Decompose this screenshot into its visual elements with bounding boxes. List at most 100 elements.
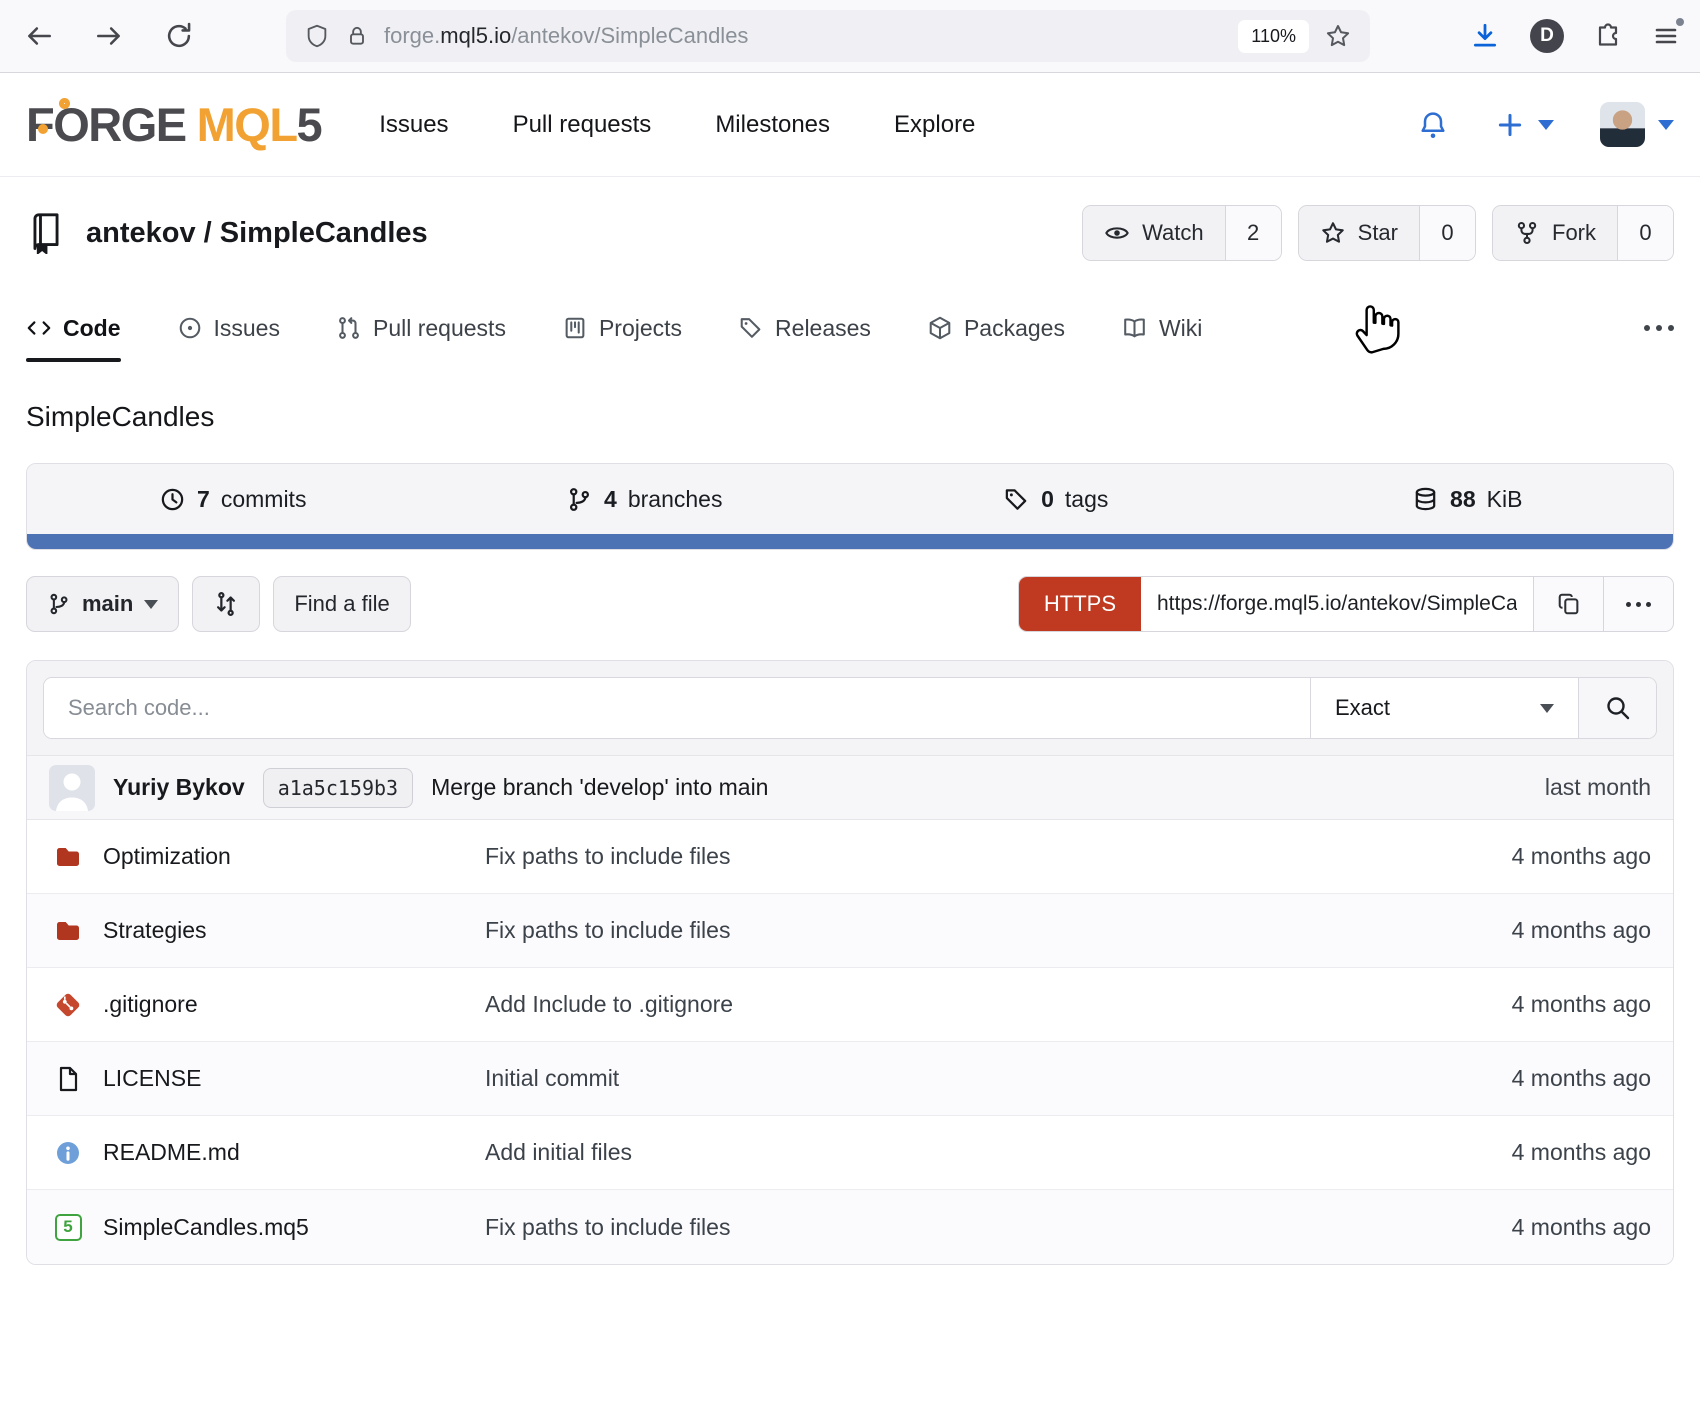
- star-button[interactable]: Star: [1299, 206, 1419, 260]
- fork-button[interactable]: Fork: [1493, 206, 1617, 260]
- zoom-level-badge[interactable]: 110%: [1238, 20, 1309, 53]
- url-text: forge.mql5.io/antekov/SimpleCandles: [384, 23, 748, 49]
- menu-icon[interactable]: [1652, 22, 1680, 50]
- nav-milestones[interactable]: Milestones: [715, 111, 830, 139]
- table-row[interactable]: Strategies Fix paths to include files 4 …: [27, 894, 1673, 968]
- shield-icon[interactable]: [304, 23, 330, 49]
- table-row[interactable]: Optimization Fix paths to include files …: [27, 820, 1673, 894]
- fork-count[interactable]: 0: [1617, 206, 1673, 260]
- back-button[interactable]: [24, 21, 54, 51]
- tab-pull-requests[interactable]: Pull requests: [336, 289, 506, 367]
- table-row[interactable]: 5 SimpleCandles.mq5 Fix paths to include…: [27, 1190, 1673, 1264]
- eye-icon: [1104, 220, 1130, 246]
- file-name[interactable]: README.md: [103, 1139, 485, 1166]
- commit-hash-badge[interactable]: a1a5c159b3: [263, 768, 413, 808]
- watch-button[interactable]: Watch: [1083, 206, 1225, 260]
- file-name[interactable]: Optimization: [103, 843, 485, 870]
- tab-label: Wiki: [1159, 315, 1202, 342]
- site-logo[interactable]: FORGEMQL5: [26, 97, 321, 152]
- commit-message[interactable]: Merge branch 'develop' into main: [431, 774, 768, 801]
- commit-author-avatar[interactable]: [49, 765, 95, 811]
- nav-issues[interactable]: Issues: [379, 111, 448, 139]
- stat-branches[interactable]: 4 branches: [439, 464, 851, 534]
- file-commit-message[interactable]: Add initial files: [485, 1139, 1512, 1166]
- file-name[interactable]: Strategies: [103, 917, 485, 944]
- repo-name[interactable]: SimpleCandles: [220, 217, 428, 249]
- menu-notification-dot: [1676, 18, 1684, 26]
- main-nav: Issues Pull requests Milestones Explore: [379, 111, 975, 139]
- file-name[interactable]: .gitignore: [103, 991, 485, 1018]
- clone-more-button[interactable]: [1603, 577, 1673, 631]
- tab-packages[interactable]: Packages: [927, 289, 1065, 367]
- file-date: 4 months ago: [1512, 1139, 1651, 1166]
- extensions-icon[interactable]: [1594, 22, 1622, 50]
- bookmark-star-icon[interactable]: [1324, 22, 1352, 50]
- lock-icon[interactable]: [345, 23, 369, 49]
- tab-issues[interactable]: Issues: [177, 289, 280, 367]
- logo-forge: FORGE: [26, 97, 186, 152]
- watch-count[interactable]: 2: [1225, 206, 1281, 260]
- url-bar[interactable]: forge.mql5.io/antekov/SimpleCandles 110%: [286, 10, 1370, 62]
- compare-button[interactable]: [192, 576, 260, 632]
- git-icon: [49, 991, 87, 1019]
- mq5-file-icon: 5: [49, 1214, 87, 1241]
- repo-title: antekov / SimpleCandles: [86, 217, 428, 250]
- file-name[interactable]: SimpleCandles.mq5: [103, 1214, 485, 1241]
- file-date: 4 months ago: [1512, 843, 1651, 870]
- repo-tabs: Code Issues Pull requests Projects Relea…: [0, 289, 1700, 367]
- file-commit-message[interactable]: Add Include to .gitignore: [485, 991, 1512, 1018]
- repo-owner[interactable]: antekov: [86, 217, 196, 249]
- repo-main: SimpleCandles 7 commits 4 branches: [0, 401, 1700, 1265]
- tab-releases[interactable]: Releases: [738, 289, 871, 367]
- account-icon[interactable]: D: [1530, 19, 1564, 53]
- stat-tags[interactable]: 0 tags: [850, 464, 1262, 534]
- fork-icon: [1514, 220, 1540, 246]
- forward-button[interactable]: [94, 21, 124, 51]
- table-row[interactable]: README.md Add initial files 4 months ago: [27, 1116, 1673, 1190]
- url-domain: mql5.io: [440, 23, 511, 48]
- tags-label: tags: [1065, 486, 1108, 513]
- table-row[interactable]: .gitignore Add Include to .gitignore 4 m…: [27, 968, 1673, 1042]
- copy-icon: [1556, 591, 1582, 617]
- watch-button-group: Watch 2: [1082, 205, 1282, 261]
- clone-url-input[interactable]: [1141, 577, 1533, 631]
- search-button[interactable]: [1578, 678, 1656, 738]
- nav-explore[interactable]: Explore: [894, 111, 975, 139]
- tab-code[interactable]: Code: [26, 289, 121, 367]
- file-commit-message[interactable]: Fix paths to include files: [485, 1214, 1512, 1241]
- search-mode-select[interactable]: Exact: [1310, 678, 1578, 738]
- downloads-icon[interactable]: [1470, 21, 1500, 51]
- user-menu[interactable]: [1600, 102, 1674, 147]
- create-new-button[interactable]: [1495, 110, 1554, 140]
- tab-label: Releases: [775, 315, 871, 342]
- tabs-overflow-button[interactable]: [1644, 325, 1674, 331]
- file-date: 4 months ago: [1512, 1214, 1651, 1241]
- stat-commits[interactable]: 7 commits: [27, 464, 439, 534]
- star-count[interactable]: 0: [1419, 206, 1475, 260]
- logo-mql: MQL: [197, 97, 297, 152]
- file-commit-message[interactable]: Initial commit: [485, 1065, 1512, 1092]
- folder-icon: [49, 843, 87, 871]
- file-name[interactable]: LICENSE: [103, 1065, 485, 1092]
- search-input[interactable]: [44, 678, 1310, 738]
- tab-wiki[interactable]: Wiki: [1121, 289, 1202, 367]
- notifications-bell-icon[interactable]: [1417, 109, 1449, 141]
- stat-size[interactable]: 88 KiB: [1262, 464, 1674, 534]
- tab-projects[interactable]: Projects: [562, 289, 682, 367]
- file-commit-message[interactable]: Fix paths to include files: [485, 917, 1512, 944]
- branch-selector-button[interactable]: main: [26, 576, 179, 632]
- find-file-button[interactable]: Find a file: [273, 576, 410, 632]
- tab-label: Packages: [964, 315, 1065, 342]
- branches-label: branches: [628, 486, 723, 513]
- nav-pull-requests[interactable]: Pull requests: [513, 111, 652, 139]
- file-commit-message[interactable]: Fix paths to include files: [485, 843, 1512, 870]
- table-row[interactable]: LICENSE Initial commit 4 months ago: [27, 1042, 1673, 1116]
- package-cube-icon: [927, 315, 953, 341]
- watch-label: Watch: [1142, 220, 1204, 246]
- language-bar[interactable]: [27, 534, 1673, 549]
- https-protocol-button[interactable]: HTTPS: [1019, 577, 1141, 631]
- reload-button[interactable]: [164, 21, 194, 51]
- copy-url-button[interactable]: [1533, 577, 1603, 631]
- commit-author-name[interactable]: Yuriy Bykov: [113, 774, 245, 801]
- chevron-down-icon: [1658, 120, 1674, 130]
